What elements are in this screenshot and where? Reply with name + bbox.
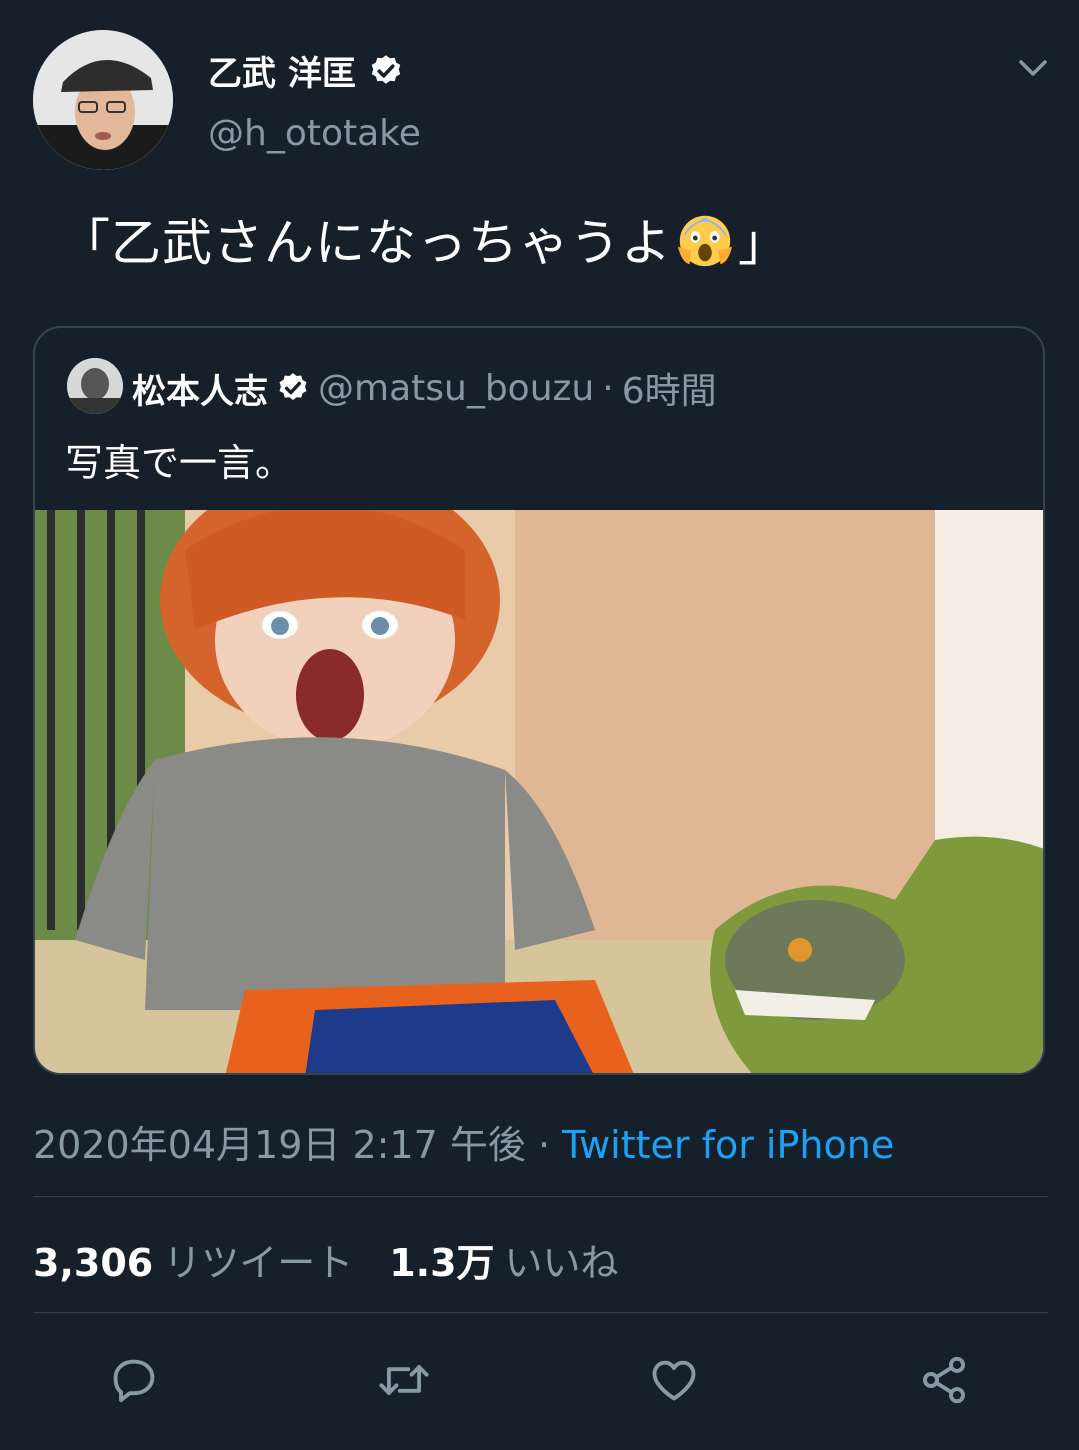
verified-badge-icon [279, 373, 307, 401]
reply-button[interactable] [106, 1352, 162, 1408]
share-button[interactable] [916, 1352, 972, 1408]
author-name-text[interactable]: 乙武 洋匡 [208, 46, 356, 95]
quoted-author-handle: @matsu_bouzu [318, 367, 595, 409]
tweet-text-end: 」 [738, 214, 789, 272]
author-avatar[interactable] [33, 30, 173, 170]
quoted-tweet-text: 写真で一言。 [65, 441, 294, 485]
timestamp-separator: · [525, 1123, 563, 1167]
tweet-text-main: 「乙武さんになっちゃうよ [60, 214, 672, 272]
divider-top [33, 1196, 1048, 1197]
divider-bottom [33, 1312, 1048, 1313]
face-screaming-in-fear-emoji [677, 215, 733, 267]
author-name[interactable]: 乙武 洋匡 [208, 46, 404, 95]
retweet-count[interactable]: 3,306 [33, 1241, 153, 1285]
author-handle[interactable]: @h_ototake [208, 113, 421, 154]
share-icon [922, 1356, 966, 1404]
verified-badge-icon [371, 54, 401, 84]
tweet-source-link[interactable]: Twitter for iPhone [562, 1123, 894, 1167]
like-count[interactable]: 1.3万 [389, 1232, 494, 1287]
quoted-author-avatar[interactable] [67, 358, 123, 414]
tweet-timestamp-text[interactable]: 2020年04月19日 2:17 午後 [33, 1123, 526, 1167]
tweet-timestamp: 2020年04月19日 2:17 午後 · Twitter for iPhone [33, 1114, 894, 1169]
like-icon [652, 1360, 696, 1401]
quoted-tweet[interactable]: 松本人志 @matsu_bouzu · 6時間 写真で一言。 [33, 326, 1045, 1075]
quoted-author-avatar-photo [67, 358, 123, 414]
author-avatar-photo [33, 30, 173, 170]
reply-icon [113, 1359, 155, 1403]
retweet-label[interactable]: リツイート [163, 1232, 353, 1287]
retweet-button[interactable] [376, 1352, 432, 1408]
like-button[interactable] [646, 1352, 702, 1408]
quoted-tweet-photo[interactable] [35, 510, 1045, 1075]
quoted-author-name[interactable]: 松本人志 [132, 364, 268, 413]
chevron-down-icon[interactable] [1015, 54, 1051, 82]
tweet-text: 「乙武さんになっちゃうよ 」 [60, 208, 789, 278]
like-label[interactable]: いいね [505, 1232, 619, 1287]
tweet-stats: 3,306 リツイート 1.3万 いいね [33, 1232, 645, 1287]
retweet-icon [379, 1365, 429, 1395]
quoted-tweet-time: 6時間 [621, 371, 717, 412]
quoted-meta-separator: · [602, 367, 614, 409]
quoted-tweet-header: 松本人志 @matsu_bouzu · 6時間 [132, 362, 717, 414]
